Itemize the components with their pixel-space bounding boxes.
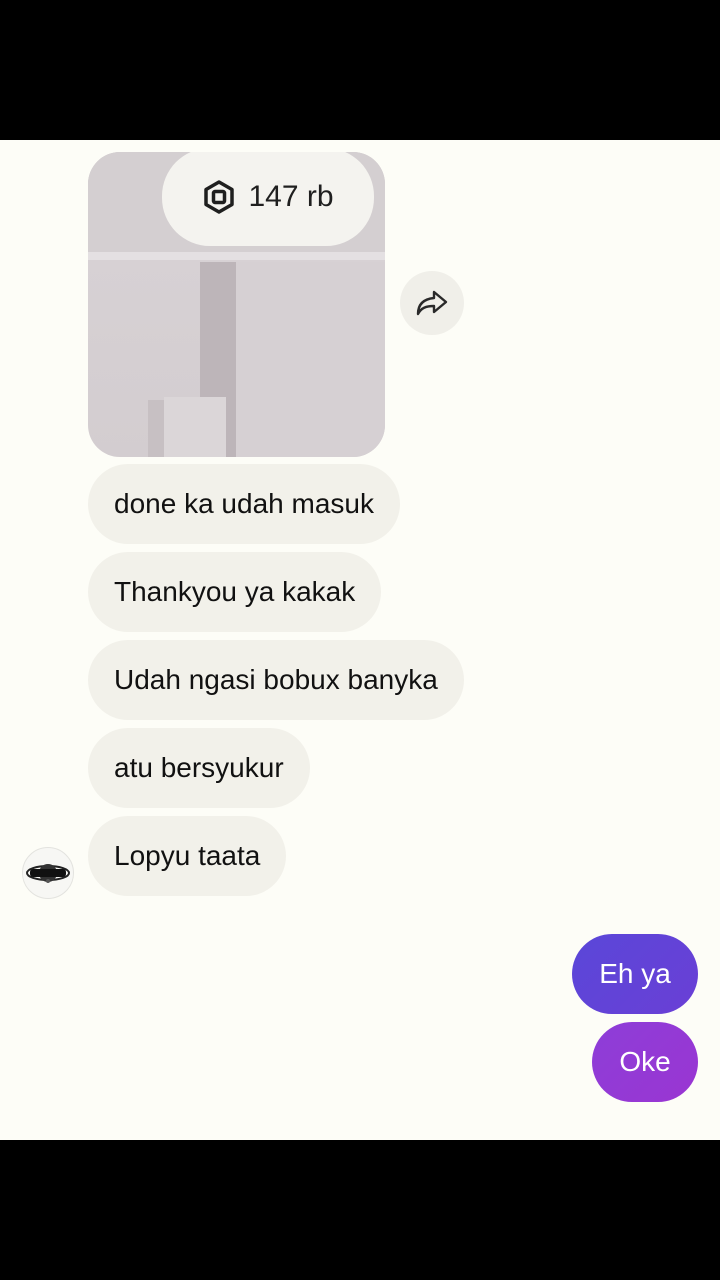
image-ledge <box>88 252 385 260</box>
incoming-message[interactable]: Lopyu taata <box>88 816 287 896</box>
share-arrow-icon <box>416 290 448 316</box>
incoming-message[interactable]: Thankyou ya kakak <box>88 552 382 632</box>
avatar-logo-icon <box>26 864 70 883</box>
message-text: Udah ngasi bobux banyka <box>114 664 438 695</box>
incoming-message[interactable]: done ka udah masuk <box>88 464 400 544</box>
outgoing-message[interactable]: Eh ya <box>572 934 698 1014</box>
sender-avatar[interactable] <box>22 847 74 899</box>
robux-icon <box>204 180 235 214</box>
robux-amount: 147 rb <box>248 180 334 213</box>
incoming-message[interactable]: atu bersyukur <box>88 728 310 808</box>
image-block <box>164 397 226 457</box>
message-text: Eh ya <box>599 958 671 989</box>
share-button[interactable] <box>400 271 464 335</box>
image-block-side <box>148 400 164 457</box>
message-text: done ka udah masuk <box>114 488 374 519</box>
outgoing-message[interactable]: Oke <box>592 1022 698 1102</box>
message-text: Thankyou ya kakak <box>114 576 356 607</box>
robux-balance-pill: 147 rb <box>162 152 374 246</box>
message-text: Oke <box>619 1046 671 1077</box>
message-text: atu bersyukur <box>114 752 284 783</box>
message-text: Lopyu taata <box>114 840 261 871</box>
chat-thread[interactable]: 147 rb done ka udah masuk Thankyou ya ka… <box>0 140 720 1140</box>
incoming-message[interactable]: Udah ngasi bobux banyka <box>88 640 464 720</box>
image-message[interactable]: 147 rb <box>88 152 385 457</box>
image-pillar-face <box>236 262 385 457</box>
